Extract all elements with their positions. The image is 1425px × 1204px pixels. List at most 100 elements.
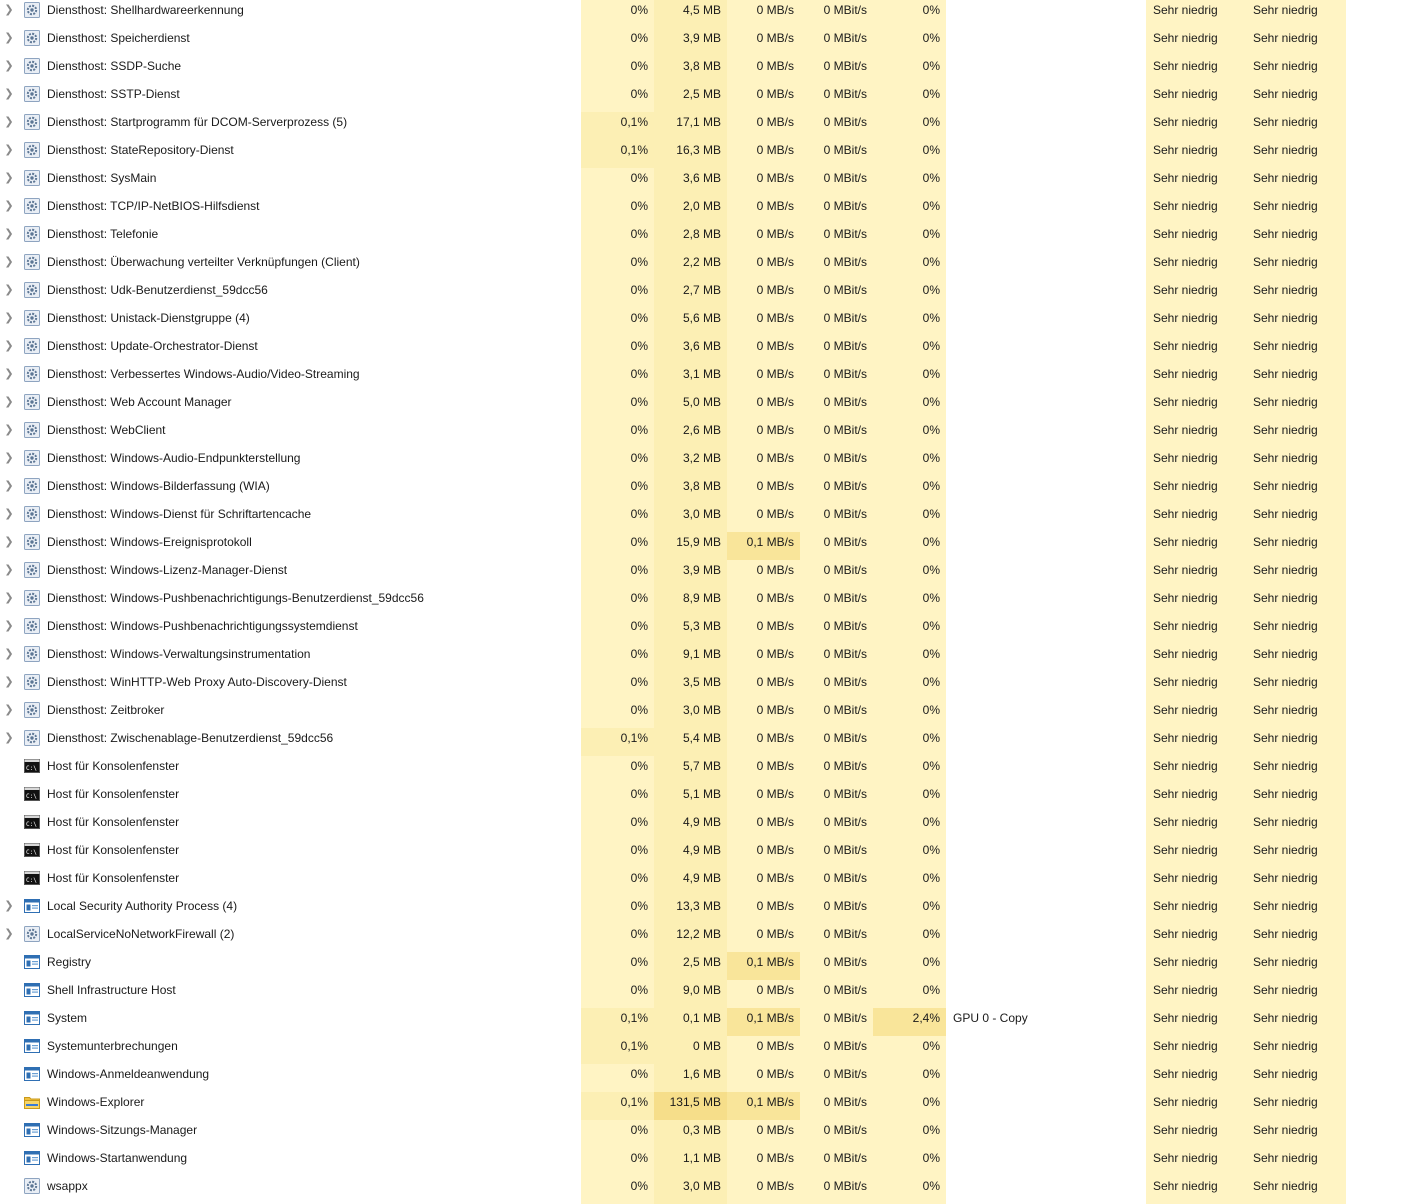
table-row[interactable]: wsappx 0% 3,0 MB 0 MB/s 0 MBit/s 0% Sehr niedr… xyxy=(0,1176,1425,1204)
table-row[interactable]: ❯ Diensthost: Verbessertes Windows-Audio/… xyxy=(0,364,1425,392)
chevron-right-icon[interactable]: ❯ xyxy=(0,420,18,448)
table-row[interactable]: ❯ Diensthost: Startprogramm für DCOM-Serv… xyxy=(0,112,1425,140)
table-row[interactable]: Windows-Startanwendung 0% 1,1 MB 0 MB/s 0 MB… xyxy=(0,1148,1425,1176)
table-row[interactable]: ❯ Diensthost: Shellhardwareerkennung 0% 4,5… xyxy=(0,0,1425,28)
cpu-cell: 0% xyxy=(581,364,654,392)
chevron-right-icon[interactable]: ❯ xyxy=(0,700,18,728)
gpu-cell: 0% xyxy=(873,420,946,448)
table-row[interactable]: System 0,1% 0,1 MB 0,1 MB/s 0 MBit/s 2,4% GPU … xyxy=(0,1008,1425,1036)
memory-cell: 2,2 MB xyxy=(654,252,727,280)
chevron-right-icon[interactable]: ❯ xyxy=(0,448,18,476)
chevron-right-icon[interactable]: ❯ xyxy=(0,728,18,756)
table-row[interactable]: ❯ Diensthost: Windows-Pushbenachrichtigun… xyxy=(0,616,1425,644)
chevron-right-icon[interactable]: ❯ xyxy=(0,616,18,644)
gear-icon xyxy=(24,86,40,102)
chevron-right-icon[interactable]: ❯ xyxy=(0,560,18,588)
table-row[interactable]: C:\ Host für Konsolenfenster 0% 5,7 MB 0 MB/… xyxy=(0,756,1425,784)
chevron-right-icon[interactable]: ❯ xyxy=(0,196,18,224)
table-row[interactable]: ❯ Diensthost: Windows-Verwaltungsinstrume… xyxy=(0,644,1425,672)
svg-text:C:\: C:\ xyxy=(26,821,37,828)
table-row[interactable]: ❯ Diensthost: Unistack-Dienstgruppe (4) 0%… xyxy=(0,308,1425,336)
network-cell: 0 MBit/s xyxy=(800,952,873,980)
gpu-engine-cell xyxy=(946,728,1146,756)
table-row[interactable]: C:\ Host für Konsolenfenster 0% 4,9 MB 0 MB/… xyxy=(0,812,1425,840)
power-usage-cell: Sehr niedrig xyxy=(1146,224,1246,252)
table-row[interactable]: ❯ Diensthost: Windows-Audio-Endpunkterste… xyxy=(0,448,1425,476)
table-row[interactable]: Shell Infrastructure Host 0% 9,0 MB 0 MB/s 0… xyxy=(0,980,1425,1008)
table-row[interactable]: ❯ Diensthost: Windows-Dienst für Schrifta… xyxy=(0,504,1425,532)
disk-cell: 0 MB/s xyxy=(727,644,800,672)
table-row[interactable]: C:\ Host für Konsolenfenster 0% 5,1 MB 0 MB/… xyxy=(0,784,1425,812)
table-row[interactable]: ❯ Diensthost: Windows-Bilderfassung (WIA)… xyxy=(0,476,1425,504)
table-row[interactable]: Systemunterbrechungen 0,1% 0 MB 0 MB/s 0 MBi… xyxy=(0,1036,1425,1064)
chevron-right-icon[interactable]: ❯ xyxy=(0,364,18,392)
table-row[interactable]: ❯ Diensthost: Web Account Manager 0% 5,0 MB… xyxy=(0,392,1425,420)
table-row[interactable]: ❯ Local Security Authority Process (4) 0% 1… xyxy=(0,896,1425,924)
table-row[interactable]: ❯ Diensthost: Update-Orchestrator-Dienst 0… xyxy=(0,336,1425,364)
app-window-icon xyxy=(24,982,40,998)
gpu-engine-cell xyxy=(946,924,1146,952)
table-row[interactable]: ❯ Diensthost: Windows-Pushbenachrichtigun… xyxy=(0,588,1425,616)
table-row[interactable]: ❯ Diensthost: WinHTTP-Web Proxy Auto-Disc… xyxy=(0,672,1425,700)
power-usage-cell: Sehr niedrig xyxy=(1146,644,1246,672)
power-trend-cell: Sehr niedrig xyxy=(1246,420,1346,448)
table-row[interactable]: C:\ Host für Konsolenfenster 0% 4,9 MB 0 MB/… xyxy=(0,840,1425,868)
table-row[interactable]: Windows-Anmeldeanwendung 0% 1,6 MB 0 MB/s 0 … xyxy=(0,1064,1425,1092)
table-row[interactable]: ❯ Diensthost: Überwachung verteilter Verk… xyxy=(0,252,1425,280)
table-row[interactable]: ❯ Diensthost: Windows-Ereignisprotokoll 0%… xyxy=(0,532,1425,560)
table-row[interactable]: ❯ Diensthost: SSDP-Suche 0% 3,8 MB 0 MB/s 0 M… xyxy=(0,56,1425,84)
power-usage-cell: Sehr niedrig xyxy=(1146,588,1246,616)
chevron-right-icon[interactable]: ❯ xyxy=(0,532,18,560)
table-row[interactable]: Windows-Explorer 0,1% 131,5 MB 0,1 MB/s 0 MB… xyxy=(0,1092,1425,1120)
table-row[interactable]: ❯ Diensthost: Windows-Lizenz-Manager-Dien… xyxy=(0,560,1425,588)
chevron-right-icon[interactable]: ❯ xyxy=(0,56,18,84)
power-trend-cell: Sehr niedrig xyxy=(1246,644,1346,672)
power-usage-cell: Sehr niedrig xyxy=(1146,756,1246,784)
chevron-right-icon[interactable]: ❯ xyxy=(0,224,18,252)
memory-cell: 1,1 MB xyxy=(654,1148,727,1176)
table-row[interactable]: ❯ Diensthost: SSTP-Dienst 0% 2,5 MB 0 MB/s 0 … xyxy=(0,84,1425,112)
table-row[interactable]: Registry 0% 2,5 MB 0,1 MB/s 0 MBit/s 0% Sehr n… xyxy=(0,952,1425,980)
cpu-cell: 0% xyxy=(581,812,654,840)
chevron-right-icon[interactable]: ❯ xyxy=(0,672,18,700)
chevron-right-icon[interactable]: ❯ xyxy=(0,588,18,616)
chevron-right-icon[interactable]: ❯ xyxy=(0,84,18,112)
process-name: Shell Infrastructure Host xyxy=(47,983,176,997)
process-name: Diensthost: Windows-Ereignisprotokoll xyxy=(47,535,252,549)
table-row[interactable]: ❯ Diensthost: TCP/IP-NetBIOS-Hilfsdienst 0… xyxy=(0,196,1425,224)
process-name: Diensthost: TCP/IP-NetBIOS-Hilfsdienst xyxy=(47,199,260,213)
chevron-right-icon[interactable]: ❯ xyxy=(0,504,18,532)
chevron-right-icon[interactable]: ❯ xyxy=(0,140,18,168)
network-cell: 0 MBit/s xyxy=(800,728,873,756)
power-trend-cell: Sehr niedrig xyxy=(1246,1092,1346,1120)
table-row[interactable]: ❯ Diensthost: WebClient 0% 2,6 MB 0 MB/s 0 MB… xyxy=(0,420,1425,448)
table-row[interactable]: ❯ LocalServiceNoNetworkFirewall (2) 0% 12,2… xyxy=(0,924,1425,952)
table-row[interactable]: ❯ Diensthost: Zwischenablage-Benutzerdien… xyxy=(0,728,1425,756)
table-row[interactable]: Windows-Sitzungs-Manager 0% 0,3 MB 0 MB/s 0 … xyxy=(0,1120,1425,1148)
chevron-right-icon[interactable]: ❯ xyxy=(0,308,18,336)
table-row[interactable]: ❯ Diensthost: Udk-Benutzerdienst_59dcc56 0… xyxy=(0,280,1425,308)
chevron-right-icon[interactable]: ❯ xyxy=(0,896,18,924)
table-row[interactable]: ❯ Diensthost: Speicherdienst 0% 3,9 MB 0 MB/… xyxy=(0,28,1425,56)
disk-cell: 0 MB/s xyxy=(727,700,800,728)
chevron-right-icon[interactable]: ❯ xyxy=(0,168,18,196)
table-row[interactable]: ❯ Diensthost: Zeitbroker 0% 3,0 MB 0 MB/s 0 M… xyxy=(0,700,1425,728)
network-cell: 0 MBit/s xyxy=(800,560,873,588)
process-name: LocalServiceNoNetworkFirewall (2) xyxy=(47,927,235,941)
gpu-engine-cell: GPU 0 - Copy xyxy=(953,1011,1028,1025)
chevron-right-icon[interactable]: ❯ xyxy=(0,280,18,308)
table-row[interactable]: ❯ Diensthost: SysMain 0% 3,6 MB 0 MB/s 0 MBit… xyxy=(0,168,1425,196)
network-cell: 0 MBit/s xyxy=(800,448,873,476)
chevron-right-icon[interactable]: ❯ xyxy=(0,392,18,420)
table-row[interactable]: C:\ Host für Konsolenfenster 0% 4,9 MB 0 MB/… xyxy=(0,868,1425,896)
chevron-right-icon[interactable]: ❯ xyxy=(0,112,18,140)
table-row[interactable]: ❯ Diensthost: Telefonie 0% 2,8 MB 0 MB/s 0 MB… xyxy=(0,224,1425,252)
chevron-right-icon[interactable]: ❯ xyxy=(0,28,18,56)
table-row[interactable]: ❯ Diensthost: StateRepository-Dienst 0,1% 1… xyxy=(0,140,1425,168)
chevron-right-icon[interactable]: ❯ xyxy=(0,924,18,952)
chevron-right-icon[interactable]: ❯ xyxy=(0,252,18,280)
chevron-right-icon[interactable]: ❯ xyxy=(0,0,18,28)
chevron-right-icon[interactable]: ❯ xyxy=(0,336,18,364)
chevron-right-icon[interactable]: ❯ xyxy=(0,644,18,672)
chevron-right-icon[interactable]: ❯ xyxy=(0,476,18,504)
